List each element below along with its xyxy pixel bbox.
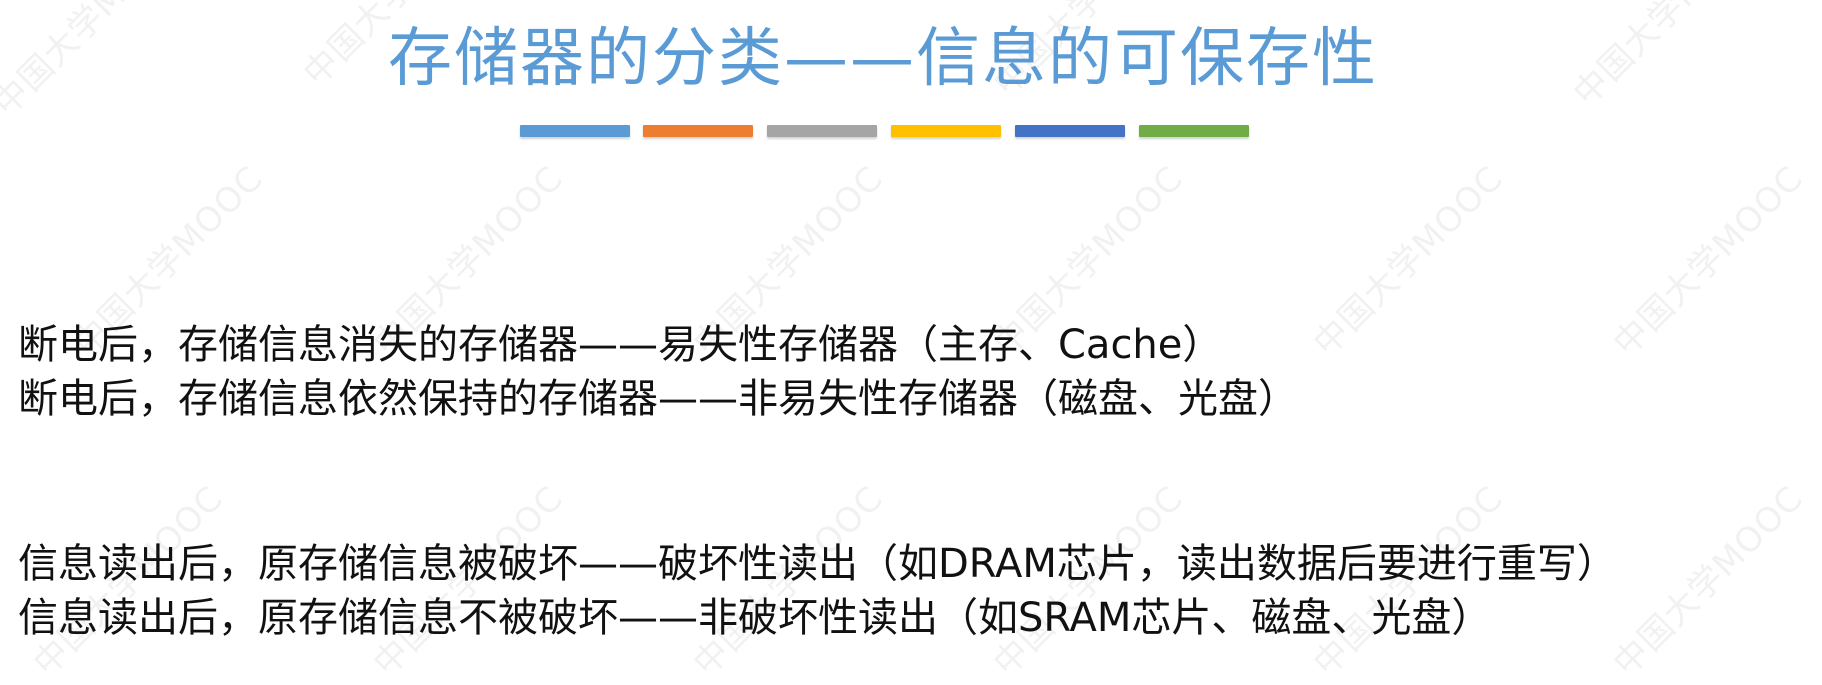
accent-bar-dark-blue	[1015, 125, 1125, 137]
slide-title: 存储器的分类——信息的可保存性	[388, 22, 1378, 96]
watermark-text: 中国大学MOOC	[1605, 158, 1812, 364]
slide: 中国大学MOOC 中国大学MOOC 中国大学MOOC 中国大学MOOC 中国大学…	[0, 0, 1822, 684]
body-line: 断电后，存储信息消失的存储器——易失性存储器（主存、Cache）	[18, 322, 1223, 368]
accent-bar-blue	[520, 125, 630, 137]
body-line: 信息读出后，原存储信息被破坏——破坏性读出（如DRAM芯片，读出数据后要进行重写…	[18, 541, 1617, 587]
accent-bar-orange	[643, 125, 753, 137]
watermark-text: 中国大学MOOC	[1305, 158, 1512, 364]
watermark-text: 中国大学MOOC	[1565, 0, 1772, 114]
accent-bar-gold	[891, 125, 1001, 137]
body-line: 断电后，存储信息依然保持的存储器——非易失性存储器（磁盘、光盘）	[18, 376, 1298, 422]
watermark-text: 中国大学MOOC	[0, 0, 192, 124]
body-line: 信息读出后，原存储信息不被破坏——非破坏性读出（如SRAM芯片、磁盘、光盘）	[18, 595, 1492, 641]
watermark-text: 中国大学MOOC	[1605, 478, 1812, 684]
accent-bar-green	[1139, 125, 1249, 137]
accent-bar-gray	[767, 125, 877, 137]
